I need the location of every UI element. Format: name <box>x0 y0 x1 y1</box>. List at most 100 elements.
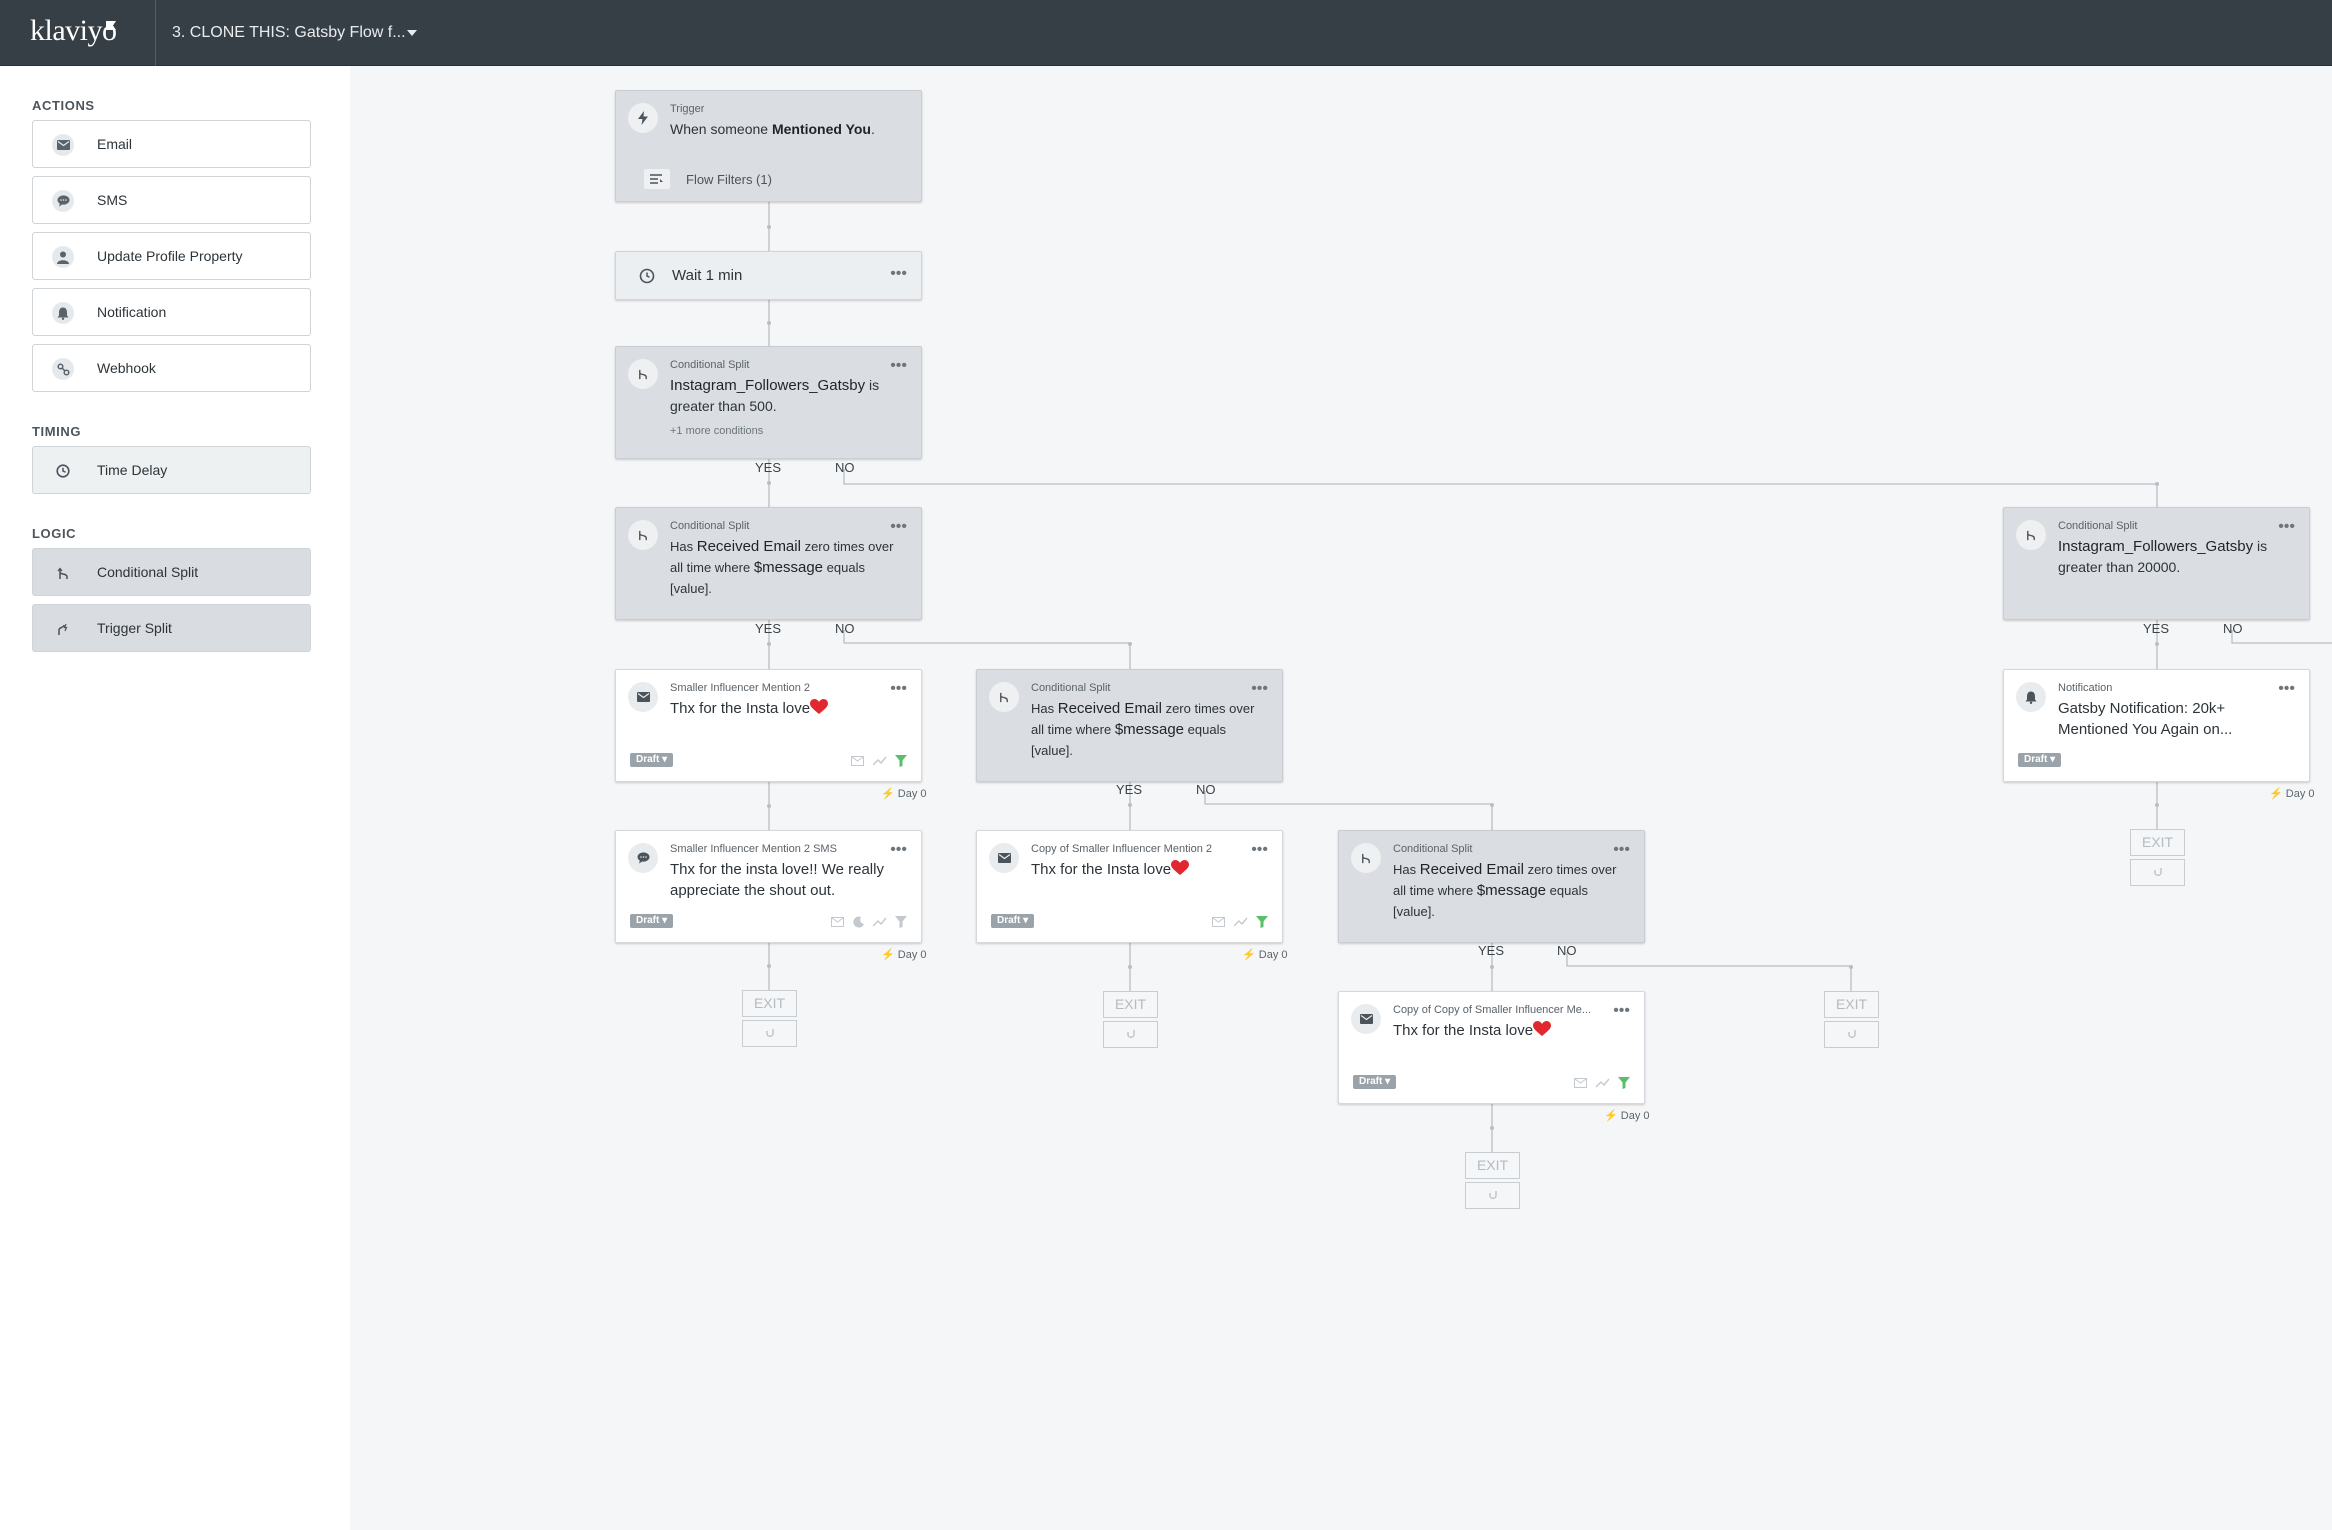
no-branch-label: NO <box>2223 621 2243 636</box>
red-heart-icon <box>1171 860 1190 875</box>
email-node[interactable]: Copy of Smaller Influencer Mention 2 •••… <box>976 830 1283 943</box>
conditional-split-node[interactable]: Conditional Split ••• Has Received Email… <box>615 507 922 620</box>
envelope-icon <box>989 843 1019 873</box>
day-timestamp: ⚡ Day 0 <box>881 788 927 800</box>
draft-status-badge[interactable]: Draft ▾ <box>2018 753 2062 767</box>
conditional-split-node[interactable]: Conditional Split ••• Has Received Email… <box>1338 830 1645 943</box>
draft-status-badge[interactable]: Draft ▾ <box>630 753 674 767</box>
sidebar-item-conditional-split[interactable]: Conditional Split <box>32 548 311 596</box>
node-type-label: Notification <box>2058 682 2113 694</box>
exit-branch-button[interactable] <box>742 1020 797 1047</box>
draft-status-badge[interactable]: Draft ▾ <box>1353 1075 1397 1089</box>
exit-branch-button[interactable] <box>1824 1021 1879 1048</box>
sidebar-item-notification[interactable]: Notification <box>32 288 311 336</box>
notification-node[interactable]: Notification ••• Gatsby Notification: 20… <box>2003 669 2310 782</box>
trigger-metric: Mentioned You <box>771 121 871 137</box>
more-options-icon[interactable]: ••• <box>1613 841 1630 859</box>
message-preview-text: Thx for the insta love!! We really appre… <box>670 861 884 899</box>
trigger-text: When someone Mentioned You. <box>670 121 875 137</box>
yes-branch-label: YES <box>1116 782 1143 797</box>
more-options-icon[interactable]: ••• <box>890 357 907 375</box>
sidebar-item-webhook[interactable]: Webhook <box>32 344 311 392</box>
envelope-icon <box>628 682 658 712</box>
message-stats-icons <box>831 916 907 928</box>
conditional-split-node[interactable]: Conditional Split ••• Has Received Email… <box>976 669 1283 782</box>
more-options-icon[interactable]: ••• <box>890 680 907 698</box>
bell-icon <box>52 302 74 324</box>
split-condition-text: Instagram_Followers_Gatsby is greater th… <box>670 377 880 414</box>
day-timestamp: ⚡ Day 0 <box>2269 788 2315 800</box>
webhook-icon <box>52 358 74 380</box>
no-branch-label: NO <box>1557 943 1577 958</box>
sidebar-item-email[interactable]: Email <box>32 120 311 168</box>
utm-tracking-icon <box>873 756 887 766</box>
sidebar-item-time-delay[interactable]: Time Delay <box>32 446 311 494</box>
more-options-icon[interactable]: ••• <box>890 265 907 283</box>
message-name-label: Copy of Smaller Influencer Mention 2 <box>1031 843 1212 855</box>
wait-node[interactable]: Wait 1 min ••• <box>615 251 922 300</box>
split-icon <box>989 682 1019 712</box>
sidebar-item-label: Time Delay <box>97 462 168 478</box>
timing-section-title: TIMING <box>32 424 82 439</box>
sidebar-item-trigger-split[interactable]: Trigger Split <box>32 604 311 652</box>
more-options-icon[interactable]: ••• <box>890 841 907 859</box>
branch-icon <box>1488 1190 1497 1199</box>
email-node[interactable]: Copy of Copy of Smaller Influencer Me...… <box>1338 991 1645 1104</box>
exit-branch-button[interactable] <box>1465 1182 1520 1209</box>
more-options-icon[interactable]: ••• <box>1613 1002 1630 1020</box>
conditional-split-node[interactable]: Conditional Split ••• Instagram_Follower… <box>615 346 922 459</box>
exit-branch-button[interactable] <box>2130 859 2185 886</box>
sms-node[interactable]: Smaller Influencer Mention 2 SMS ••• Thx… <box>615 830 922 943</box>
lightning-icon <box>628 103 658 133</box>
branch-icon <box>765 1028 774 1037</box>
chat-bubble-icon <box>628 843 658 873</box>
branch-icon <box>2153 867 2162 876</box>
no-branch-label: NO <box>835 460 855 475</box>
sidebar-item-sms[interactable]: SMS <box>32 176 311 224</box>
message-stats-icons <box>851 755 907 767</box>
yes-branch-label: YES <box>755 621 782 636</box>
klaviyo-logo[interactable]: klaviyo <box>30 14 117 48</box>
split-icon <box>2016 520 2046 550</box>
flow-menu-caret-icon[interactable] <box>407 30 417 36</box>
flow-title[interactable]: 3. CLONE THIS: Gatsby Flow f... <box>172 24 406 42</box>
conditional-split-node[interactable]: Conditional Split ••• Instagram_Follower… <box>2003 507 2310 620</box>
exit-marker: EXIT <box>1103 991 1158 1018</box>
email-node[interactable]: Smaller Influencer Mention 2 ••• Thx for… <box>615 669 922 782</box>
sidebar-item-update-profile-property[interactable]: Update Profile Property <box>32 232 311 280</box>
draft-status-badge[interactable]: Draft ▾ <box>991 914 1035 928</box>
flow-canvas[interactable]: Trigger When someone Mentioned You. Flow… <box>350 66 2332 1530</box>
draft-status-badge[interactable]: Draft ▾ <box>630 914 674 928</box>
flow-filters-link[interactable]: Flow Filters (1) <box>628 169 772 189</box>
day-timestamp: ⚡ Day 0 <box>881 949 927 961</box>
more-options-icon[interactable]: ••• <box>2278 518 2295 536</box>
message-preview-text: Thx for the Insta love <box>1393 1020 1630 1041</box>
smart-sending-icon <box>1574 1077 1587 1088</box>
red-heart-icon <box>1533 1021 1552 1036</box>
message-stats-icons <box>1574 1077 1630 1089</box>
red-heart-icon <box>810 699 829 714</box>
split-condition-text: Has Received Email zero times over all t… <box>670 538 894 596</box>
trigger-node[interactable]: Trigger When someone Mentioned You. Flow… <box>615 90 922 202</box>
split-icon <box>52 562 74 584</box>
yes-branch-label: YES <box>755 460 782 475</box>
split-condition-text: Has Received Email zero times over all t… <box>1031 700 1255 758</box>
person-icon <box>52 246 74 268</box>
utm-tracking-icon <box>873 917 887 927</box>
exit-marker: EXIT <box>1465 1152 1520 1179</box>
no-branch-label: NO <box>1196 782 1216 797</box>
split-icon <box>1351 843 1381 873</box>
more-options-icon[interactable]: ••• <box>890 518 907 536</box>
yes-branch-label: YES <box>1478 943 1505 958</box>
more-options-icon[interactable]: ••• <box>1251 680 1268 698</box>
filter-icon <box>895 755 907 767</box>
more-options-icon[interactable]: ••• <box>1251 841 1268 859</box>
smart-sending-icon <box>1212 916 1225 927</box>
yes-branch-label: YES <box>2143 621 2170 636</box>
topbar-divider <box>155 0 156 66</box>
exit-branch-button[interactable] <box>1103 1021 1158 1048</box>
quiet-hours-icon <box>853 916 864 928</box>
more-options-icon[interactable]: ••• <box>2278 680 2295 698</box>
sidebar-item-label: Notification <box>97 304 167 320</box>
split-condition-text: Instagram_Followers_Gatsby is greater th… <box>2058 538 2268 575</box>
